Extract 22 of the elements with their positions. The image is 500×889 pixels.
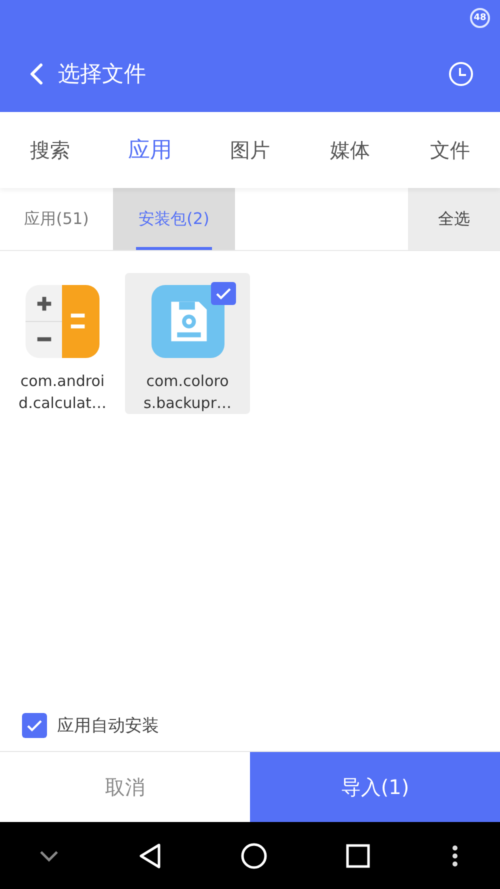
tab[interactable]: 媒体 [300,112,400,188]
tab[interactable]: 图片 [200,112,300,188]
calculator-icon [25,285,100,358]
back-icon[interactable] [138,842,162,868]
recents-icon[interactable] [346,844,370,868]
notification-badge: 48 [470,8,490,28]
chevron-down-icon[interactable] [39,850,60,862]
file-name: com.coloro s.backupr… [144,371,232,414]
tab[interactable]: 搜索 [0,112,100,188]
import-button[interactable]: 导入(1) [250,752,500,822]
history-icon[interactable] [448,60,474,86]
file-tile[interactable]: com.coloro s.backupr… [125,273,250,414]
file-name: com.androi d.calculat… [18,371,106,414]
home-icon[interactable] [240,842,267,868]
tab[interactable]: 应用 [100,112,200,188]
checkbox-label: 应用自动安装 [57,714,159,736]
checkbox[interactable] [22,712,47,738]
file-tile[interactable]: com.androi d.calculat… [0,273,125,414]
window-title: 选择文件 [58,60,147,88]
select-all-button[interactable]: 全选 [408,188,500,250]
checkbox[interactable] [211,282,236,305]
tab[interactable]: 文件 [400,112,500,188]
